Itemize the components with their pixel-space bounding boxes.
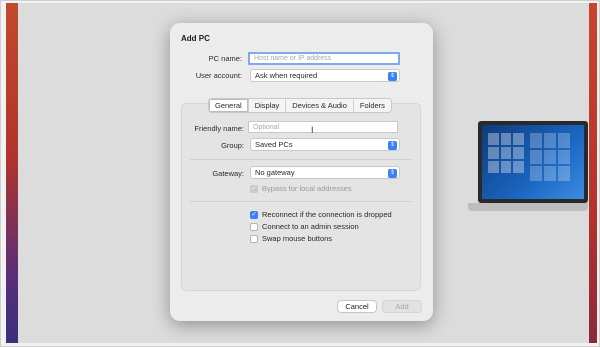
swap-mouse-label: Swap mouse buttons [262, 234, 333, 243]
reconnect-checkbox[interactable]: ✓ Reconnect if the connection is dropped [250, 210, 392, 219]
group-popup[interactable]: Saved PCs ⇕ [250, 138, 400, 151]
admin-session-label: Connect to an admin session [262, 222, 359, 231]
user-account-popup[interactable]: Ask when required ⇕ [250, 69, 400, 82]
tab-general[interactable]: General [209, 99, 249, 112]
laptop-illustration [468, 121, 588, 216]
chevron-updown-icon: ⇕ [388, 72, 397, 81]
add-pc-dialog: Add PC PC name: Host name or IP address … [170, 23, 433, 321]
ibeam-cursor-icon: I [311, 125, 314, 135]
gateway-label: Gateway: [212, 169, 244, 178]
checkbox-box-icon [250, 222, 258, 231]
add-button[interactable]: Add [382, 300, 422, 313]
checkbox-box-icon [250, 234, 258, 243]
group-label: Group: [221, 141, 244, 150]
pc-name-input[interactable]: Host name or IP address [248, 52, 400, 65]
bypass-local-label: Bypass for local addresses [262, 184, 352, 193]
screen-frame: Add PC PC name: Host name or IP address … [0, 0, 600, 347]
laptop-base [468, 203, 588, 211]
section-divider [190, 201, 412, 202]
gateway-value: No gateway [255, 168, 295, 177]
reconnect-label: Reconnect if the connection is dropped [262, 210, 392, 219]
bypass-local-checkbox[interactable]: ✓ Bypass for local addresses [250, 184, 352, 193]
checkmark-icon: ✓ [250, 210, 258, 219]
chevron-updown-icon: ⇕ [388, 169, 397, 178]
section-divider [190, 159, 412, 160]
friendly-name-input[interactable]: Optional [248, 121, 398, 133]
swap-mouse-checkbox[interactable]: Swap mouse buttons [250, 234, 332, 243]
windows-desktop-preview [482, 125, 584, 199]
user-account-value: Ask when required [255, 71, 318, 80]
user-account-label: User account: [195, 71, 242, 80]
tab-folders[interactable]: Folders [354, 99, 391, 112]
cancel-button[interactable]: Cancel [337, 300, 377, 313]
chevron-updown-icon: ⇕ [388, 141, 397, 150]
friendly-name-label: Friendly name: [194, 124, 244, 133]
friendly-name-placeholder: Optional [253, 123, 280, 131]
laptop-screen [478, 121, 588, 203]
start-menu-tiles [530, 133, 570, 181]
pc-name-placeholder: Host name or IP address [254, 55, 332, 62]
tab-bar: General Display Devices & Audio Folders [208, 98, 392, 113]
tab-display[interactable]: Display [249, 99, 287, 112]
wallpaper-left-edge [6, 3, 18, 343]
dialog-title: Add PC [181, 34, 210, 43]
group-value: Saved PCs [255, 140, 293, 149]
wallpaper-right-edge [589, 3, 597, 343]
checkmark-icon: ✓ [250, 184, 258, 193]
admin-session-checkbox[interactable]: Connect to an admin session [250, 222, 359, 231]
pc-name-label: PC name: [208, 54, 242, 63]
start-menu-list [488, 133, 524, 173]
tab-devices-audio[interactable]: Devices & Audio [286, 99, 354, 112]
gateway-popup[interactable]: No gateway ⇕ [250, 166, 400, 179]
